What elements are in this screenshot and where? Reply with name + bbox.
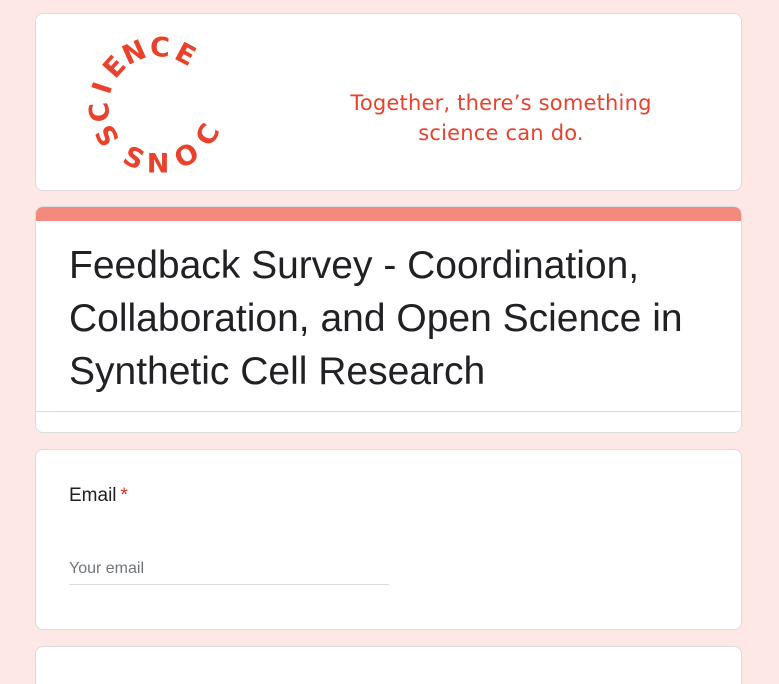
logo-letter: E (170, 37, 201, 73)
tagline-line-1: Together, there’s something (350, 91, 652, 115)
header-banner: SCIENCECONS Together, there’s something … (35, 13, 742, 191)
form-page: SCIENCECONS Together, there’s something … (0, 0, 779, 684)
tagline-line-2: science can do. (418, 121, 584, 145)
email-question-card: Email * (35, 449, 742, 630)
logo-letter: C (190, 119, 227, 152)
next-question-card (35, 646, 742, 684)
email-label-text: Email (69, 485, 117, 506)
title-divider (36, 411, 741, 412)
logo-letter: C (84, 101, 117, 124)
consciense-logo: SCIENC ECONS (84, 32, 227, 180)
logo-letter: I (87, 79, 120, 98)
logo-letter: C (150, 32, 171, 64)
required-asterisk: * (120, 485, 128, 506)
logo-letter: N (147, 149, 170, 180)
logo-letter: S (118, 140, 149, 176)
logo-letter: S (90, 119, 127, 151)
title-accent-bar (36, 207, 741, 221)
email-field[interactable] (69, 554, 389, 585)
form-title: Feedback Survey - Coordination, Collabor… (69, 244, 683, 393)
banner-tagline: Together, there’s something science can … (306, 88, 696, 148)
form-title-card: Feedback Survey - Coordination, Collabor… (35, 206, 742, 433)
email-label: Email * (69, 485, 128, 507)
logo-letter: O (169, 137, 204, 175)
